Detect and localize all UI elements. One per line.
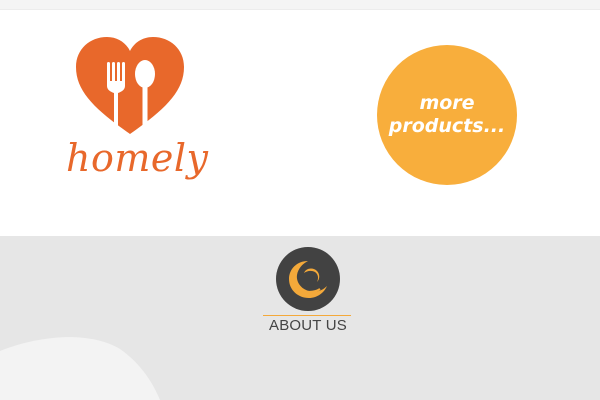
crescent-swirl-icon [289,261,327,298]
about-emblem [276,247,340,311]
more-products-label: more products... [388,92,506,137]
about-section: ABOUT US [0,236,600,400]
products-section: homely more products... [0,10,600,236]
top-navigation-strip [0,0,600,10]
more-products-button[interactable]: more products... [377,45,517,185]
decorative-curve [0,337,160,400]
brand-wordmark: homely [66,136,209,180]
page: homely more products... ABOUT US [0,0,600,400]
heart-fork-spoon-icon [76,37,184,134]
homely-logo[interactable]: homely [66,34,209,184]
